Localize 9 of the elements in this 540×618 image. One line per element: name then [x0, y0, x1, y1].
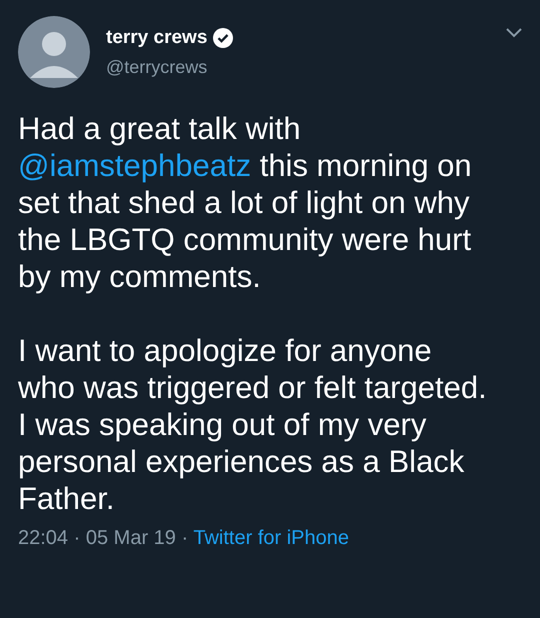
tweet-text: I want to apologize for anyone who was triggered or felt targeted. I was speaking out of my very personal experiences as a Black Father.	[18, 332, 488, 517]
display-name[interactable]: terry crews	[106, 26, 208, 48]
mention-link[interactable]: @iamstephbeatz	[18, 148, 252, 183]
tweet-text: Had a great talk with @iamstephbeatz this morning on set that shed a lot of light on why the LBGTQ community were hurt by my comments.	[18, 110, 473, 295]
chevron-down-icon[interactable]	[506, 28, 522, 38]
timestamp: 22:04 · 05 Mar 19 ·	[18, 527, 190, 549]
username[interactable]: @terrycrews	[106, 56, 234, 78]
source-link[interactable]: Twitter for iPhone	[193, 527, 349, 549]
avatar[interactable]	[18, 16, 90, 88]
